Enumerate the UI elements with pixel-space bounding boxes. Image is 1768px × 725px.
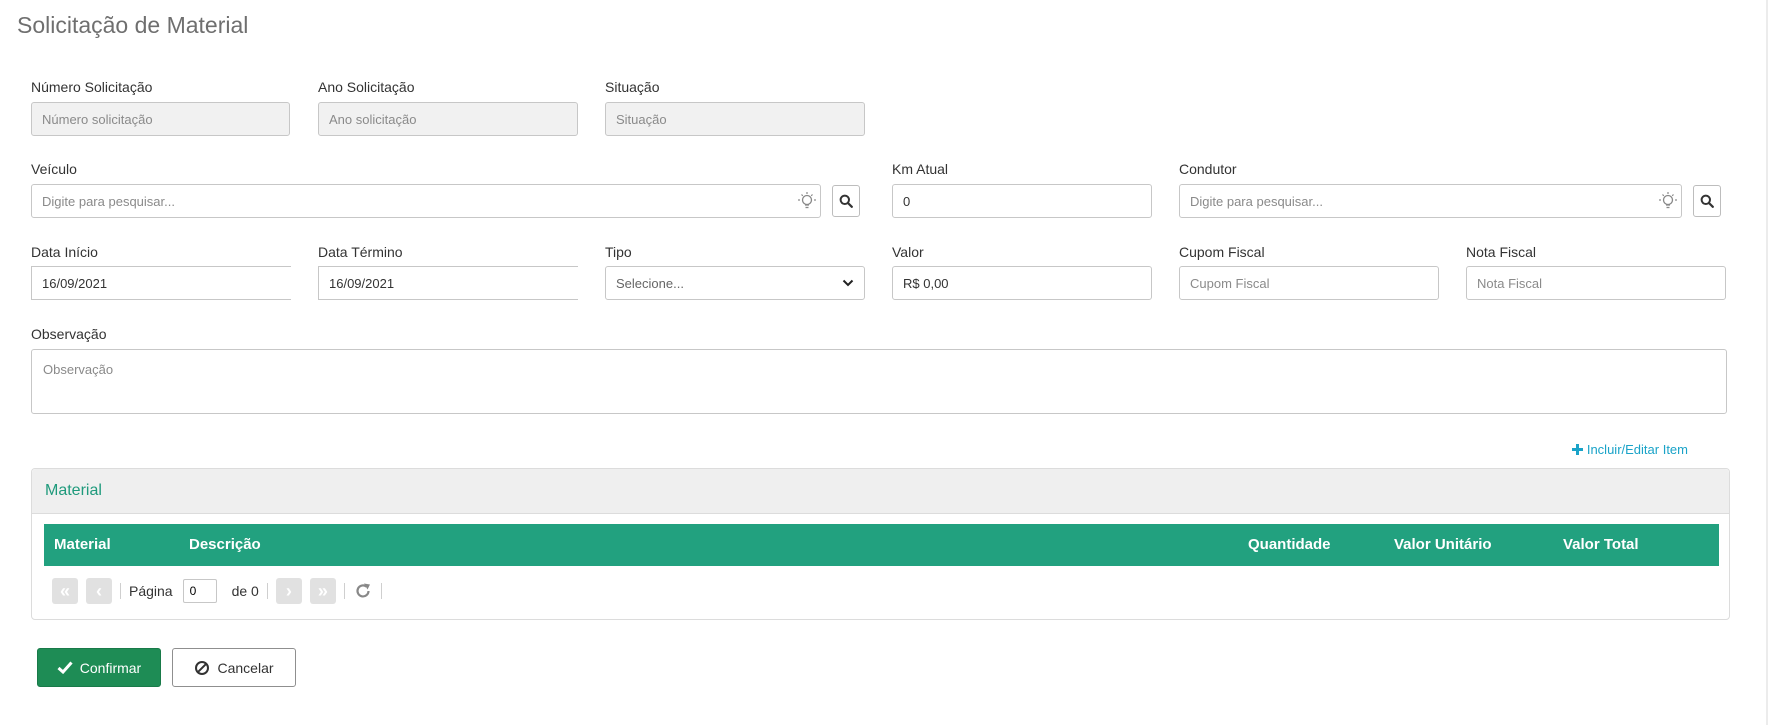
nota-field[interactable]	[1466, 266, 1726, 300]
refresh-icon[interactable]	[353, 581, 373, 601]
km-label: Km Atual	[892, 161, 949, 177]
add-item-label: Incluir/Editar Item	[1586, 442, 1688, 457]
page-number-input[interactable]	[182, 579, 217, 603]
veiculo-search-button[interactable]	[832, 185, 860, 217]
lightbulb-icon[interactable]	[797, 191, 817, 211]
material-panel: Material Material Descrição Quantidade V…	[31, 468, 1730, 620]
page-title: Solicitação de Material	[17, 12, 249, 38]
ban-icon	[195, 660, 210, 675]
observacao-textarea[interactable]	[31, 349, 1727, 414]
column-header-quantidade[interactable]: Quantidade	[1248, 536, 1331, 553]
add-item-link[interactable]: Incluir/Editar Item	[1571, 442, 1688, 457]
tipo-selected-value: Selecione...	[616, 275, 684, 291]
search-icon	[839, 194, 853, 208]
next-page-button[interactable]: ›	[275, 578, 302, 604]
condutor-search-button[interactable]	[1693, 185, 1721, 217]
cancel-button[interactable]: Cancelar	[172, 648, 296, 687]
data-inicio-field[interactable]	[31, 266, 291, 300]
prev-page-button[interactable]: ‹	[86, 578, 112, 604]
material-grid-header: Material Descrição Quantidade Valor Unit…	[44, 524, 1719, 566]
confirm-label: Confirmar	[79, 659, 142, 676]
data-termino-label: Data Término	[318, 244, 403, 260]
column-header-valor-unitario[interactable]: Valor Unitário	[1394, 536, 1492, 553]
plus-icon	[1571, 444, 1583, 455]
pager-divider	[266, 583, 268, 599]
condutor-search-input[interactable]	[1179, 184, 1682, 218]
cancel-label: Cancelar	[217, 659, 274, 676]
lightbulb-icon[interactable]	[1658, 191, 1678, 211]
check-icon	[57, 661, 73, 674]
data-termino-field[interactable]	[318, 266, 578, 300]
last-page-button[interactable]: »	[309, 578, 336, 604]
pager-divider	[343, 583, 345, 599]
numero-field[interactable]	[31, 102, 290, 136]
tipo-select[interactable]: Selecione...	[605, 266, 865, 300]
situacao-field[interactable]	[605, 102, 865, 136]
ano-label: Ano Solicitação	[318, 79, 415, 95]
grid-pager: « ‹ Página de 0 › »	[52, 576, 390, 606]
page-label: Página	[129, 583, 173, 599]
nota-label: Nota Fiscal	[1466, 244, 1537, 260]
ano-field[interactable]	[318, 102, 578, 136]
column-header-descricao[interactable]: Descrição	[189, 536, 261, 553]
chevron-down-icon	[842, 279, 854, 287]
first-page-button[interactable]: «	[52, 578, 78, 604]
situacao-label: Situação	[605, 79, 660, 95]
search-icon	[1700, 194, 1714, 208]
valor-field[interactable]	[892, 266, 1152, 300]
data-inicio-label: Data Início	[31, 244, 98, 260]
veiculo-search-input[interactable]	[31, 184, 821, 218]
observacao-label: Observação	[31, 326, 107, 342]
valor-label: Valor	[892, 244, 924, 260]
column-header-valor-total[interactable]: Valor Total	[1563, 536, 1639, 553]
condutor-label: Condutor	[1179, 161, 1237, 177]
numero-label: Número Solicitação	[31, 79, 153, 95]
cupom-field[interactable]	[1179, 266, 1439, 300]
pager-divider	[380, 583, 382, 599]
page-total-label: de 0	[231, 583, 259, 599]
column-header-material[interactable]: Material	[54, 536, 111, 553]
material-panel-title: Material	[32, 469, 1729, 514]
pager-divider	[120, 583, 121, 599]
tipo-label: Tipo	[605, 244, 632, 260]
cupom-label: Cupom Fiscal	[1179, 244, 1265, 260]
confirm-button[interactable]: Confirmar	[37, 648, 161, 687]
veiculo-label: Veículo	[31, 161, 77, 177]
km-field[interactable]	[892, 184, 1152, 218]
